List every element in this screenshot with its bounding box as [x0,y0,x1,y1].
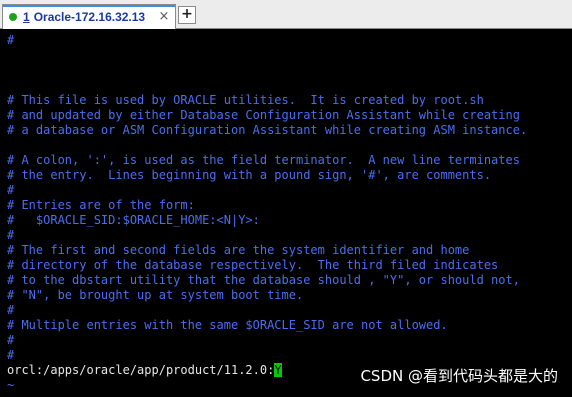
terminal-comment-line: # and updated by either Database Configu… [7,108,520,122]
oratab-entry-text: orcl:/apps/oracle/app/product/11.2.0: [7,363,275,377]
terminal-area[interactable]: # # This file is used by ORACLE utilitie… [0,29,572,397]
terminal-comment-line: # "N", be brought up at system boot time… [7,288,304,302]
terminal-comment-line: # [7,348,15,362]
terminal-text: # # This file is used by ORACLE utilitie… [7,33,527,393]
terminal-comment-line: # directory of the database respectively… [7,258,499,272]
terminal-comment-line: # [7,183,15,197]
tab-label: 1 Oracle-172.16.32.13 [23,10,145,24]
terminal-comment-line: # [7,303,15,317]
text-cursor: Y [274,363,282,377]
terminal-comment-line: # [7,33,15,47]
tab-number: 1 [23,10,30,24]
terminal-comment-line: # Multiple entries with the same $ORACLE… [7,318,448,332]
connected-status-icon [9,13,17,21]
terminal-comment-line: # [7,333,15,347]
terminal-comment-line: # a database or ASM Configuration Assist… [7,123,528,137]
active-tab-indicator [3,5,175,7]
new-tab-button[interactable]: + [178,6,196,24]
terminal-comment-line: # [7,228,15,242]
terminal-comment-line: # The first and second fields are the sy… [7,243,470,257]
tab-bar: 1 Oracle-172.16.32.13 × + [0,0,572,29]
tab-title: Oracle-172.16.32.13 [33,10,146,24]
csdn-watermark: CSDN @看到代码头都是大的 [360,367,558,385]
terminal-comment-line: # A colon, ':', is used as the field ter… [7,153,520,167]
terminal-comment-line: # This file is used by ORACLE utilities.… [7,93,484,107]
terminal-comment-line: # the entry. Lines beginning with a poun… [7,168,492,182]
session-tab[interactable]: 1 Oracle-172.16.32.13 × [2,4,176,29]
terminal-comment-line: # $ORACLE_SID:$ORACLE_HOME:<N|Y>: [7,213,260,227]
close-icon[interactable]: × [157,10,171,24]
terminal-comment-line: # Entries are of the form: [7,198,195,212]
terminal-comment-line: # to the dbstart utility that the databa… [7,273,520,287]
